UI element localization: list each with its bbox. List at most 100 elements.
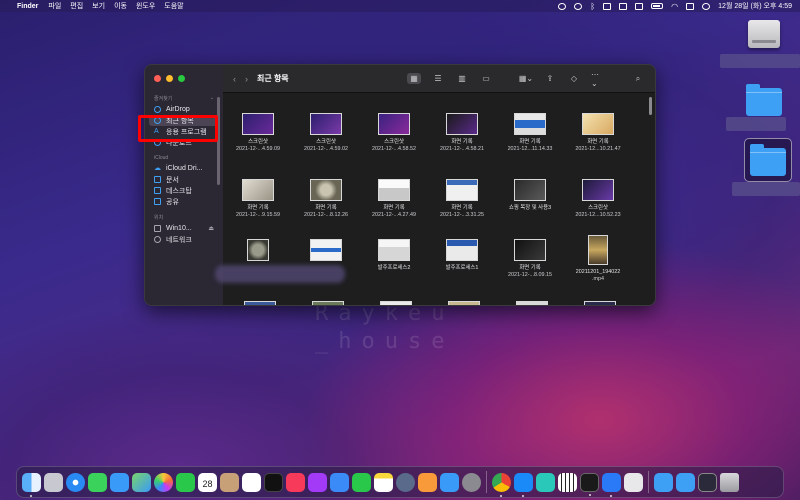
- sidebar-section-favorites[interactable]: 즐겨찾기 ⌄: [145, 91, 223, 104]
- numbers-app-icon[interactable]: [352, 472, 371, 492]
- menu-clock[interactable]: 12월 28일 (화) 오후 4:59: [718, 1, 792, 11]
- list-view-button[interactable]: ☰: [431, 73, 445, 84]
- sidebar-section-locations[interactable]: 위치: [145, 210, 223, 223]
- menu-file[interactable]: 파일: [48, 1, 61, 11]
- search-icon[interactable]: ⌕: [631, 73, 645, 84]
- chevron-down-icon[interactable]: ⌄: [210, 95, 214, 102]
- file-thumbnail[interactable]: [448, 301, 480, 305]
- menu-edit[interactable]: 편집: [70, 1, 83, 11]
- terminal-app-icon[interactable]: [580, 472, 599, 496]
- bluetooth-icon[interactable]: ᛒ: [590, 2, 595, 11]
- file-item[interactable]: [293, 239, 359, 265]
- app-store-icon[interactable]: [440, 472, 459, 492]
- contacts-app-icon[interactable]: [220, 472, 239, 492]
- file-thumbnail[interactable]: [380, 301, 412, 305]
- messages-app-icon[interactable]: [88, 472, 107, 492]
- file-item[interactable]: 쇼핑 목장 및 사용3: [497, 179, 563, 212]
- desktop-drive-icon[interactable]: [748, 20, 780, 48]
- input-source-icon[interactable]: [635, 2, 644, 10]
- quicktime-app-icon[interactable]: [396, 472, 415, 492]
- file-item[interactable]: 화면 기록 2021-12-...4.58.21: [429, 113, 495, 153]
- file-item[interactable]: 화면 기록 2021-12...11.14.33: [497, 113, 563, 153]
- zoom-window-button[interactable]: [178, 75, 185, 82]
- keynote-app-icon[interactable]: [330, 472, 349, 492]
- back-button[interactable]: ‹: [233, 74, 236, 84]
- trash-icon[interactable]: [720, 472, 739, 492]
- file-item[interactable]: 화면 기록 2021-12-...8.12.26: [293, 179, 359, 219]
- minimize-window-button[interactable]: [166, 75, 173, 82]
- menu-app-name[interactable]: Finder: [17, 3, 38, 10]
- file-item[interactable]: 화면 기록 2021-12-...3.31.25: [429, 179, 495, 219]
- status-record-icon[interactable]: [558, 2, 567, 10]
- siri-icon[interactable]: [702, 2, 711, 10]
- menu-help[interactable]: 도움말: [164, 1, 183, 11]
- file-item[interactable]: 화면 기록 2021-12...10.21.47: [565, 113, 631, 153]
- sidebar-item-shared[interactable]: 공유: [145, 196, 223, 207]
- close-window-button[interactable]: [154, 75, 161, 82]
- menu-view[interactable]: 보기: [92, 1, 105, 11]
- file-thumbnail[interactable]: [312, 301, 344, 305]
- piano-app-icon[interactable]: [558, 472, 577, 492]
- file-item[interactable]: 화면 기록 2021-12-...8.09.15: [497, 239, 563, 279]
- display-icon[interactable]: [603, 2, 612, 10]
- menu-window[interactable]: 윈도우: [136, 1, 155, 11]
- apple-tv-app-icon[interactable]: [264, 472, 283, 492]
- sidebar-item-desktop[interactable]: 데스크탑: [145, 185, 223, 196]
- reminders-app-icon[interactable]: [242, 472, 261, 492]
- icon-view-button[interactable]: ▦: [407, 73, 421, 84]
- wifi-icon[interactable]: ◠: [671, 2, 678, 11]
- content-scrollbar[interactable]: [649, 97, 652, 115]
- zoom-app-icon[interactable]: [602, 472, 621, 497]
- file-item[interactable]: 스크린샷 2021-12-...4.59.09: [225, 113, 291, 153]
- file-thumbnail[interactable]: [516, 301, 548, 305]
- notes-app-icon[interactable]: [374, 472, 393, 492]
- more-actions-button[interactable]: ⋯⌄: [591, 70, 605, 88]
- pages-app-icon[interactable]: [418, 472, 437, 492]
- file-item[interactable]: 스크린샷 2021-12-...4.59.02: [293, 113, 359, 153]
- desktop-folder-icon[interactable]: [746, 84, 782, 116]
- gallery-view-button[interactable]: ▭: [479, 73, 493, 84]
- battery-icon[interactable]: [651, 3, 664, 9]
- file-item[interactable]: 화면 기록 2021-12-...9.15.59: [225, 179, 291, 219]
- safari-app-icon[interactable]: [66, 472, 85, 492]
- status-circle-icon[interactable]: [574, 2, 583, 10]
- group-menu-button[interactable]: ▦⌄: [519, 73, 533, 84]
- maps-app-icon[interactable]: [132, 472, 151, 492]
- sidebar-item-win10-volume[interactable]: Win10... ⏏: [145, 223, 223, 234]
- file-item[interactable]: 스크린샷 2021-12-...4.58.52: [361, 113, 427, 153]
- forward-button[interactable]: ›: [245, 74, 248, 84]
- downloads-folder-icon[interactable]: [654, 472, 673, 492]
- menu-go[interactable]: 이동: [114, 1, 127, 11]
- bluetooth-app-icon[interactable]: [514, 472, 533, 497]
- control-center-icon[interactable]: [686, 2, 695, 10]
- file-item[interactable]: 발주프로세스1: [429, 239, 495, 272]
- screenshot-stack-icon[interactable]: [698, 472, 717, 492]
- music-app-icon[interactable]: [286, 472, 305, 492]
- desktop-folder-icon[interactable]: [750, 144, 786, 176]
- sidebar-item-documents[interactable]: 문서: [145, 174, 223, 185]
- file-item[interactable]: [225, 239, 291, 265]
- file-item[interactable]: 발주프로세스2: [361, 239, 427, 272]
- share-icon[interactable]: ⇪: [543, 73, 557, 84]
- file-item[interactable]: 20211201_194022 .mp4: [565, 235, 631, 283]
- system-preferences-icon[interactable]: [462, 472, 481, 492]
- file-thumbnail[interactable]: [584, 301, 616, 305]
- file-item[interactable]: 스크린샷 2021-12...10.52.23: [565, 179, 631, 219]
- calendar-app-icon[interactable]: 28: [198, 472, 217, 492]
- launchpad-app-icon[interactable]: [44, 472, 63, 492]
- sidebar-item-airdrop[interactable]: AirDrop: [145, 104, 223, 115]
- chrome-app-icon[interactable]: [492, 472, 511, 497]
- sidebar-section-icloud[interactable]: iCloud: [145, 151, 223, 163]
- file-thumbnail[interactable]: [244, 301, 276, 305]
- keyboard-icon[interactable]: [619, 2, 628, 10]
- sidebar-item-icloud-drive[interactable]: ☁ iCloud Dri...: [145, 163, 223, 174]
- documents-folder-icon[interactable]: [676, 472, 695, 492]
- file-item[interactable]: 화면 기록 2021-12-...4.27.49: [361, 179, 427, 219]
- mail-app-icon[interactable]: [110, 472, 129, 492]
- eject-icon[interactable]: ⏏: [208, 225, 214, 232]
- column-view-button[interactable]: ▥: [455, 73, 469, 84]
- teal-app-icon[interactable]: [536, 472, 555, 492]
- facetime-app-icon[interactable]: [176, 472, 195, 492]
- preview-app-icon[interactable]: [624, 472, 643, 492]
- podcasts-app-icon[interactable]: [308, 472, 327, 492]
